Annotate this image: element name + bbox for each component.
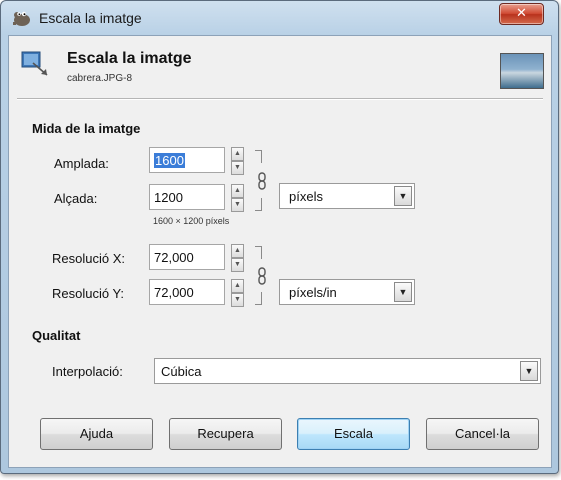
window-title: Escala la imatge <box>39 10 142 26</box>
width-label: Amplada: <box>54 156 109 171</box>
scale-image-icon <box>21 51 48 76</box>
help-button[interactable]: Ajuda <box>40 418 153 450</box>
interpolation-label: Interpolació: <box>52 364 123 379</box>
resolution-unit-select[interactable]: píxels/in ▼ <box>279 279 415 305</box>
height-value: 1200 <box>154 190 183 205</box>
close-button[interactable]: ✕ <box>499 3 544 25</box>
resolution-y-label: Resolució Y: <box>52 286 125 301</box>
resolution-x-label: Resolució X: <box>52 251 125 266</box>
decrement-icon[interactable]: ▼ <box>231 258 244 272</box>
dialog-heading: Escala la imatge <box>67 50 192 67</box>
image-thumbnail <box>500 53 544 89</box>
resolution-y-input[interactable]: 72,000 <box>149 279 225 305</box>
width-spin-buttons[interactable]: ▲ ▼ <box>231 147 244 175</box>
image-name: cabrera.JPG-8 <box>67 73 133 84</box>
height-input[interactable]: 1200 <box>149 184 225 210</box>
interpolation-select[interactable]: Cúbica ▼ <box>154 358 541 384</box>
resolution-x-spin-buttons[interactable]: ▲ ▼ <box>231 244 244 272</box>
width-value: 1600 <box>154 153 185 168</box>
width-input[interactable]: 1600 <box>149 147 225 173</box>
close-icon: ✕ <box>516 6 527 21</box>
image-size-section-title: Mida de la imatge <box>32 121 141 136</box>
quality-section-title: Qualitat <box>32 328 81 343</box>
resolution-x-input[interactable]: 72,000 <box>149 244 225 270</box>
chevron-down-icon[interactable]: ▼ <box>520 361 538 381</box>
chevron-down-icon[interactable]: ▼ <box>394 186 412 206</box>
dialog-body: Escala la imatge cabrera.JPG-8 Mida de l… <box>8 35 552 468</box>
height-spin-buttons[interactable]: ▲ ▼ <box>231 184 244 212</box>
scale-image-dialog: Escala la imatge ✕ Escala la imatge cabr… <box>0 0 559 474</box>
increment-icon[interactable]: ▲ <box>231 279 244 293</box>
chain-link-icon <box>258 267 266 285</box>
decrement-icon[interactable]: ▼ <box>231 161 244 175</box>
chevron-down-icon[interactable]: ▼ <box>394 282 412 302</box>
size-chain-button[interactable] <box>255 150 269 212</box>
resolution-x-value: 72,000 <box>154 250 194 265</box>
chain-link-icon <box>258 172 266 190</box>
interpolation-value: Cúbica <box>161 364 202 379</box>
resolution-chain-button[interactable] <box>255 246 269 306</box>
increment-icon[interactable]: ▲ <box>231 244 244 258</box>
gimp-wilber-icon <box>13 11 30 26</box>
cancel-button[interactable]: Cancel·la <box>426 418 539 450</box>
increment-icon[interactable]: ▲ <box>231 147 244 161</box>
reset-button[interactable]: Recupera <box>169 418 282 450</box>
decrement-icon[interactable]: ▼ <box>231 198 244 212</box>
pixel-dimensions-text: 1600 × 1200 píxels <box>153 216 230 226</box>
resolution-y-value: 72,000 <box>154 285 194 300</box>
size-unit-select[interactable]: píxels ▼ <box>279 183 415 209</box>
height-label: Alçada: <box>54 191 98 206</box>
resolution-y-spin-buttons[interactable]: ▲ ▼ <box>231 279 244 307</box>
size-unit-value: píxels <box>289 189 323 204</box>
decrement-icon[interactable]: ▼ <box>231 293 244 307</box>
increment-icon[interactable]: ▲ <box>231 184 244 198</box>
title-bar[interactable]: Escala la imatge ✕ <box>1 1 558 35</box>
scale-button[interactable]: Escala <box>297 418 410 450</box>
header-separator <box>17 98 543 100</box>
resolution-unit-value: píxels/in <box>289 285 337 300</box>
